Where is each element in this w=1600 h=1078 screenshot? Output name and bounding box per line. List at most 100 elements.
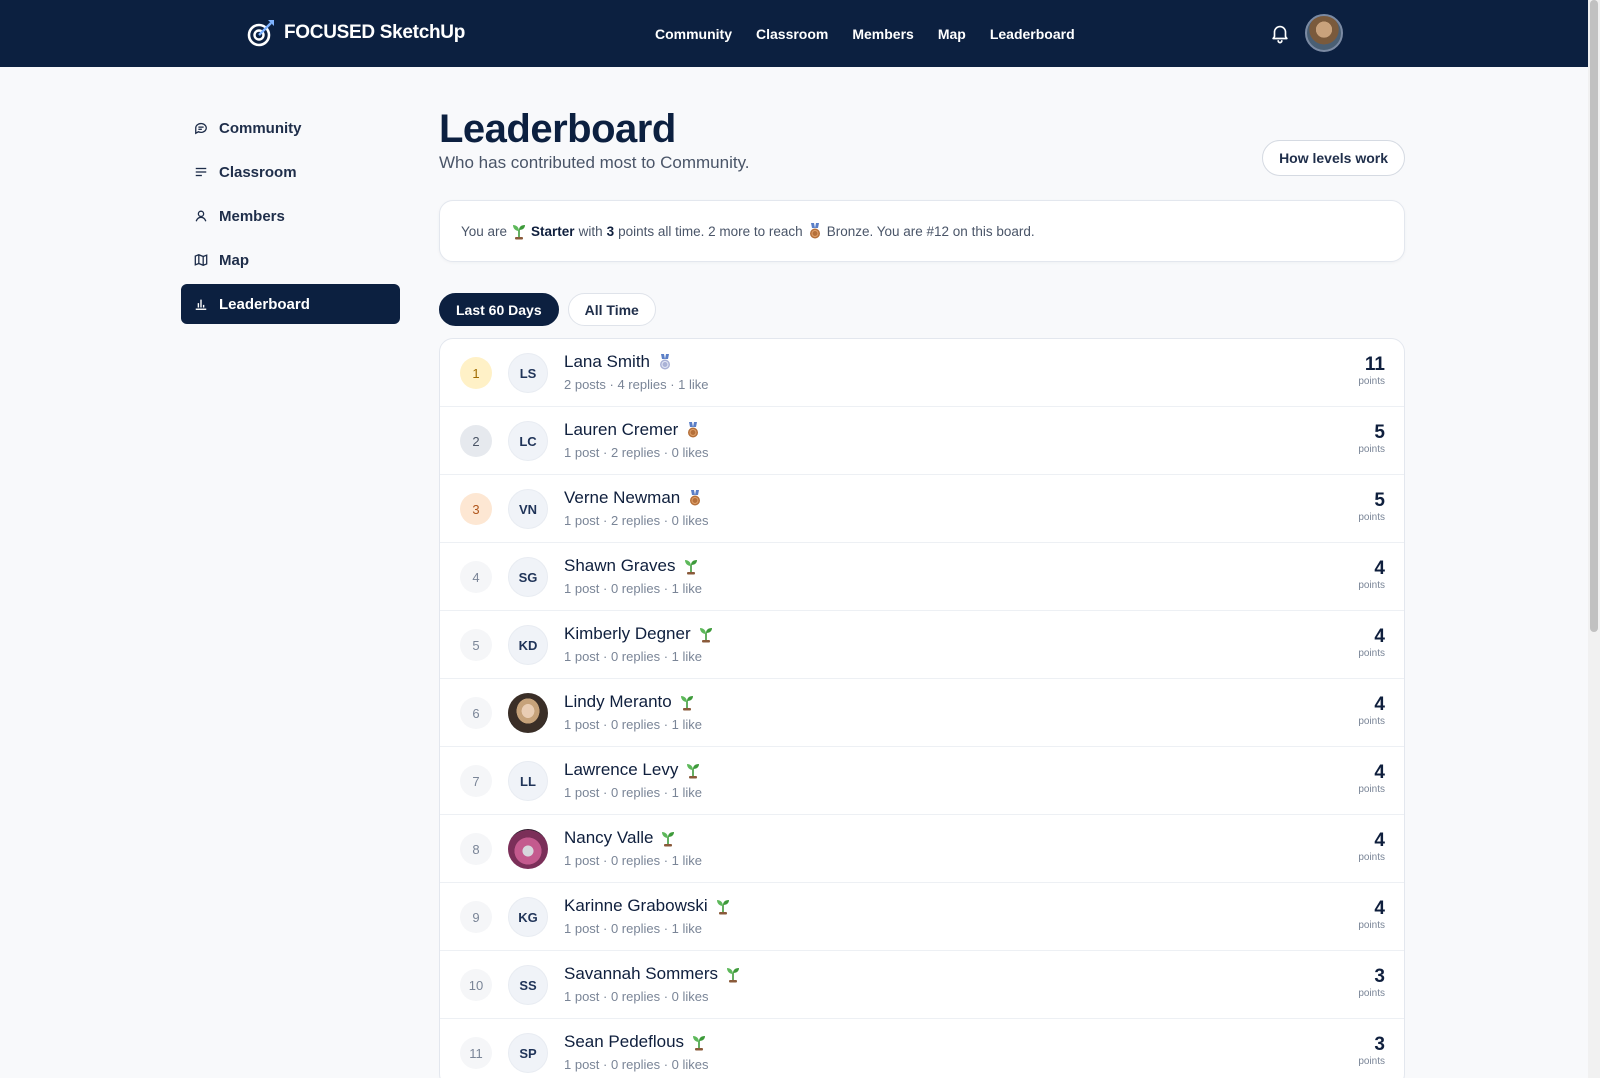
sidebar-item-label: Community [219, 119, 302, 137]
status-card: You are Starter with 3 points all time. … [439, 200, 1405, 262]
member-name[interactable]: Shawn Graves [564, 556, 676, 576]
points-label: points [1358, 444, 1385, 455]
rank-badge: 1 [460, 357, 492, 389]
member-name-wrap: Savannah Sommers [564, 964, 741, 984]
sprout-icon [699, 628, 712, 643]
leaderboard-row[interactable]: 3 VN Verne Newman 1 post · 2 replies · 0… [440, 475, 1404, 543]
sidebar-item-classroom[interactable]: Classroom [181, 152, 400, 192]
member-name[interactable]: Nancy Valle [564, 828, 653, 848]
rank-badge: 4 [460, 561, 492, 593]
top-bar: FOCUSED SketchUp Community Classroom Mem… [0, 0, 1588, 67]
sidebar-item-label: Leaderboard [219, 295, 310, 313]
sprout-icon [687, 764, 700, 779]
member-name[interactable]: Lawrence Levy [564, 760, 678, 780]
sprout-icon [727, 968, 740, 983]
member-points: 4 points [1358, 558, 1385, 592]
bell-icon[interactable] [1269, 22, 1291, 44]
tab-all-time[interactable]: All Time [567, 293, 656, 326]
bronze-medal-icon [690, 490, 701, 506]
sidebar-item-label: Classroom [219, 163, 297, 181]
topnav-community[interactable]: Community [655, 26, 732, 42]
scrollbar-thumb[interactable] [1590, 0, 1598, 632]
topnav-members[interactable]: Members [852, 26, 913, 42]
member-initials-avatar[interactable]: SS [508, 965, 548, 1005]
member-avatar[interactable] [508, 693, 548, 733]
leaderboard-list: 1 LS Lana Smith 2 posts · 4 replies · 1 … [439, 338, 1405, 1078]
topnav-classroom[interactable]: Classroom [756, 26, 828, 42]
leaderboard-row[interactable]: 4 SG Shawn Graves 1 post · 0 replies · 1… [440, 543, 1404, 611]
brand[interactable]: FOCUSED SketchUp [246, 18, 465, 48]
person-icon [195, 210, 207, 222]
bronze-medal-icon [809, 223, 820, 239]
points-value: 11 [1364, 354, 1385, 375]
member-points: 4 points [1358, 626, 1385, 660]
leaderboard-row[interactable]: 1 LS Lana Smith 2 posts · 4 replies · 1 … [440, 339, 1404, 407]
member-initials-avatar[interactable]: KD [508, 625, 548, 665]
sidebar-item-community[interactable]: Community [181, 108, 400, 148]
rank-badge: 6 [460, 697, 492, 729]
scrollbar[interactable] [1588, 0, 1600, 1078]
member-stats: 1 post · 2 replies · 0 likes [564, 445, 709, 460]
member-name-wrap: Nancy Valle [564, 828, 676, 848]
member-name[interactable]: Lauren Cremer [564, 420, 678, 440]
points-label: points [1358, 648, 1385, 659]
member-initials-avatar[interactable]: VN [508, 489, 548, 529]
topnav-map[interactable]: Map [938, 26, 966, 42]
leaderboard-row[interactable]: 2 LC Lauren Cremer 1 post · 2 replies · … [440, 407, 1404, 475]
points-value: 5 [1374, 490, 1385, 511]
member-initials-avatar[interactable]: LC [508, 421, 548, 461]
target-arrow-logo-icon [247, 20, 274, 47]
sidebar-item-leaderboard[interactable]: Leaderboard [181, 284, 400, 324]
status-next-level: Bronze. You are #12 on this board. [826, 223, 1035, 239]
rank-badge: 9 [460, 901, 492, 933]
member-stats: 1 post · 0 replies · 0 likes [564, 989, 709, 1004]
status-level: Starter [531, 223, 575, 239]
leaderboard-row[interactable]: 7 LL Lawrence Levy 1 post · 0 replies · … [440, 747, 1404, 815]
bronze-medal-icon [688, 422, 699, 438]
rank-badge: 11 [460, 1037, 492, 1069]
sidebar-item-label: Members [219, 207, 285, 225]
leaderboard-row[interactable]: 8 Nancy Valle 1 post · 0 replies · 1 lik… [440, 815, 1404, 883]
points-value: 4 [1374, 830, 1385, 851]
leaderboard-row[interactable]: 11 SP Sean Pedeflous 1 post · 0 replies … [440, 1019, 1404, 1078]
member-initials-avatar[interactable]: LS [508, 353, 548, 393]
member-name[interactable]: Sean Pedeflous [564, 1032, 684, 1052]
how-levels-work-button[interactable]: How levels work [1262, 140, 1405, 176]
time-range-tabs: Last 60 Days All Time [439, 293, 656, 326]
leaderboard-row[interactable]: 5 KD Kimberly Degner 1 post · 0 replies … [440, 611, 1404, 679]
topnav-leaderboard[interactable]: Leaderboard [990, 26, 1075, 42]
page-title: Leaderboard [439, 107, 676, 151]
member-initials-avatar[interactable]: SG [508, 557, 548, 597]
member-name[interactable]: Kimberly Degner [564, 624, 691, 644]
member-initials-avatar[interactable]: KG [508, 897, 548, 937]
user-avatar[interactable] [1305, 14, 1343, 52]
member-initials-avatar[interactable]: SP [508, 1033, 548, 1073]
member-name[interactable]: Lana Smith [564, 352, 650, 372]
member-points: 3 points [1358, 966, 1385, 1000]
tab-last-60-days[interactable]: Last 60 Days [439, 293, 559, 326]
member-name[interactable]: Savannah Sommers [564, 964, 718, 984]
points-label: points [1358, 784, 1385, 795]
rank-badge: 3 [460, 493, 492, 525]
points-label: points [1358, 580, 1385, 591]
sidebar-item-label: Map [219, 251, 249, 269]
map-icon [194, 254, 208, 266]
member-initials-avatar[interactable]: LL [508, 761, 548, 801]
sidebar-item-members[interactable]: Members [181, 196, 400, 236]
member-name-wrap: Lana Smith [564, 352, 673, 372]
member-points: 4 points [1358, 762, 1385, 796]
member-name[interactable]: Verne Newman [564, 488, 680, 508]
member-stats: 1 post · 0 replies · 1 like [564, 717, 703, 732]
sidebar-item-map[interactable]: Map [181, 240, 400, 280]
leaderboard-row[interactable]: 9 KG Karinne Grabowski 1 post · 0 replie… [440, 883, 1404, 951]
points-label: points [1358, 512, 1385, 523]
leaderboard-row[interactable]: 6 Lindy Meranto 1 post · 0 replies · 1 l… [440, 679, 1404, 747]
member-name[interactable]: Karinne Grabowski [564, 896, 708, 916]
main-content: Leaderboard Who has contributed most to … [439, 105, 1405, 1078]
member-points: 3 points [1358, 1034, 1385, 1068]
member-name-wrap: Kimberly Degner [564, 624, 714, 644]
member-name[interactable]: Lindy Meranto [564, 692, 672, 712]
member-avatar[interactable] [508, 829, 548, 869]
rank-badge: 10 [460, 969, 492, 1001]
leaderboard-row[interactable]: 10 SS Savannah Sommers 1 post · 0 replie… [440, 951, 1404, 1019]
